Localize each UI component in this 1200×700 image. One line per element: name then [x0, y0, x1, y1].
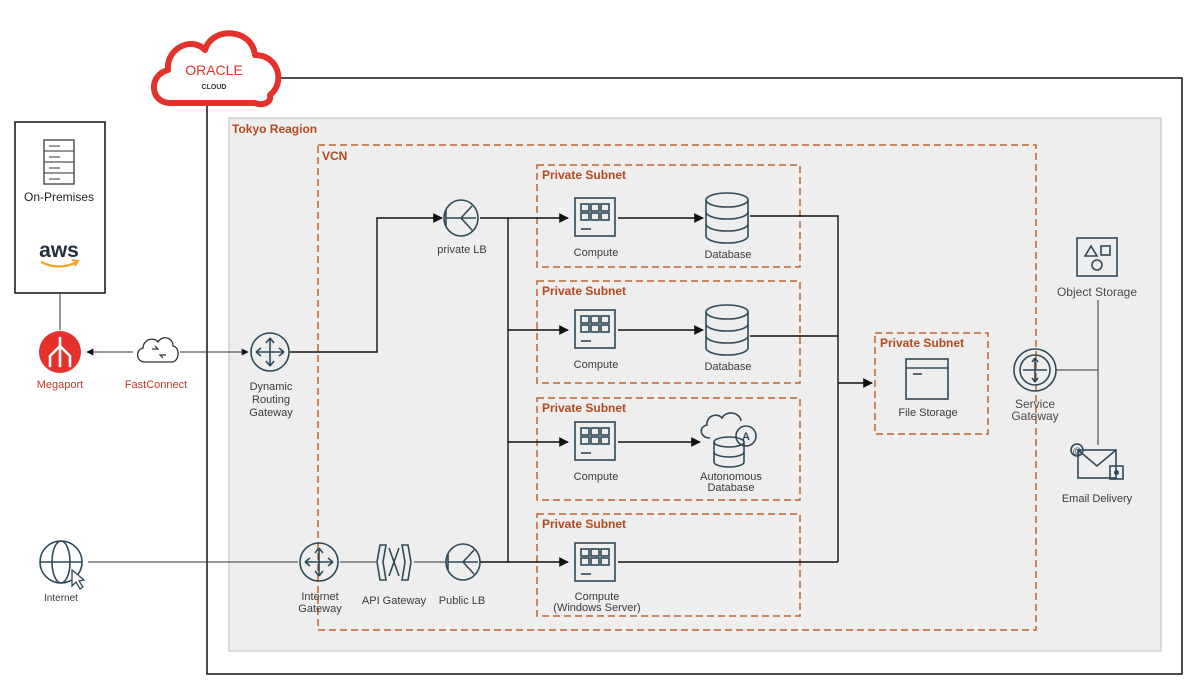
fastconnect-label: FastConnect: [125, 379, 187, 391]
subnet-4-title: Private Subnet: [542, 517, 626, 531]
file-storage-label: File Storage: [898, 407, 957, 419]
public-lb-label: Public LB: [439, 595, 485, 607]
database-1-label: Database: [704, 249, 751, 261]
internet-label: Internet: [44, 593, 78, 604]
svg-text:A: A: [742, 431, 750, 443]
compute-3-label: Compute: [574, 471, 619, 483]
autonomous-db-label-line2: Database: [707, 482, 754, 494]
email-delivery-label: Email Delivery: [1062, 493, 1133, 505]
dynamic-routing-gateway-icon: [250, 332, 290, 372]
internet-gateway-icon: [299, 542, 339, 582]
internet-globe-icon: [39, 540, 86, 590]
oracle-cloud-logo: ORACLE CLOUD: [151, 30, 282, 108]
aws-logo-text: aws: [39, 239, 79, 262]
drg-label-line3: Gateway: [249, 407, 293, 419]
compute-2-label: Compute: [574, 359, 619, 371]
igw-label-line2: Gateway: [298, 603, 342, 615]
object-storage-label: Object Storage: [1057, 285, 1137, 299]
oracle-logo-text: ORACLE: [185, 62, 243, 78]
storage-subnet-title: Private Subnet: [880, 336, 964, 350]
sgw-label-line2: Gateway: [1011, 409, 1058, 423]
igw-label-line1: Internet: [301, 591, 338, 603]
compute-4-label-line2: (Windows Server): [553, 602, 640, 614]
architecture-diagram: ORACLE CLOUD Tokyo Reagion VCN Private S…: [14, 30, 1183, 675]
drg-label-line1: Dynamic: [250, 381, 293, 393]
vcn-title: VCN: [322, 149, 347, 163]
drg-label-line2: Routing: [252, 394, 290, 406]
subnet-1-title: Private Subnet: [542, 168, 626, 182]
svg-text:@: @: [1072, 446, 1081, 456]
tokyo-region-box: [228, 117, 1162, 652]
api-gateway-label: API Gateway: [362, 595, 427, 607]
region-title: Tokyo Reagion: [232, 122, 317, 136]
database-2-label: Database: [704, 361, 751, 373]
subnet-2-title: Private Subnet: [542, 284, 626, 298]
cloud-logo-text: CLOUD: [202, 84, 227, 91]
on-premises-label: On-Premises: [24, 190, 94, 204]
fastconnect-cloud-icon: [136, 337, 179, 363]
compute-1-label: Compute: [574, 247, 619, 259]
megaport-label: Megaport: [37, 379, 83, 391]
service-gateway-icon: [1013, 348, 1057, 392]
megaport-icon: [39, 331, 81, 373]
subnet-3-title: Private Subnet: [542, 401, 626, 415]
private-lb-label: private LB: [437, 244, 487, 256]
